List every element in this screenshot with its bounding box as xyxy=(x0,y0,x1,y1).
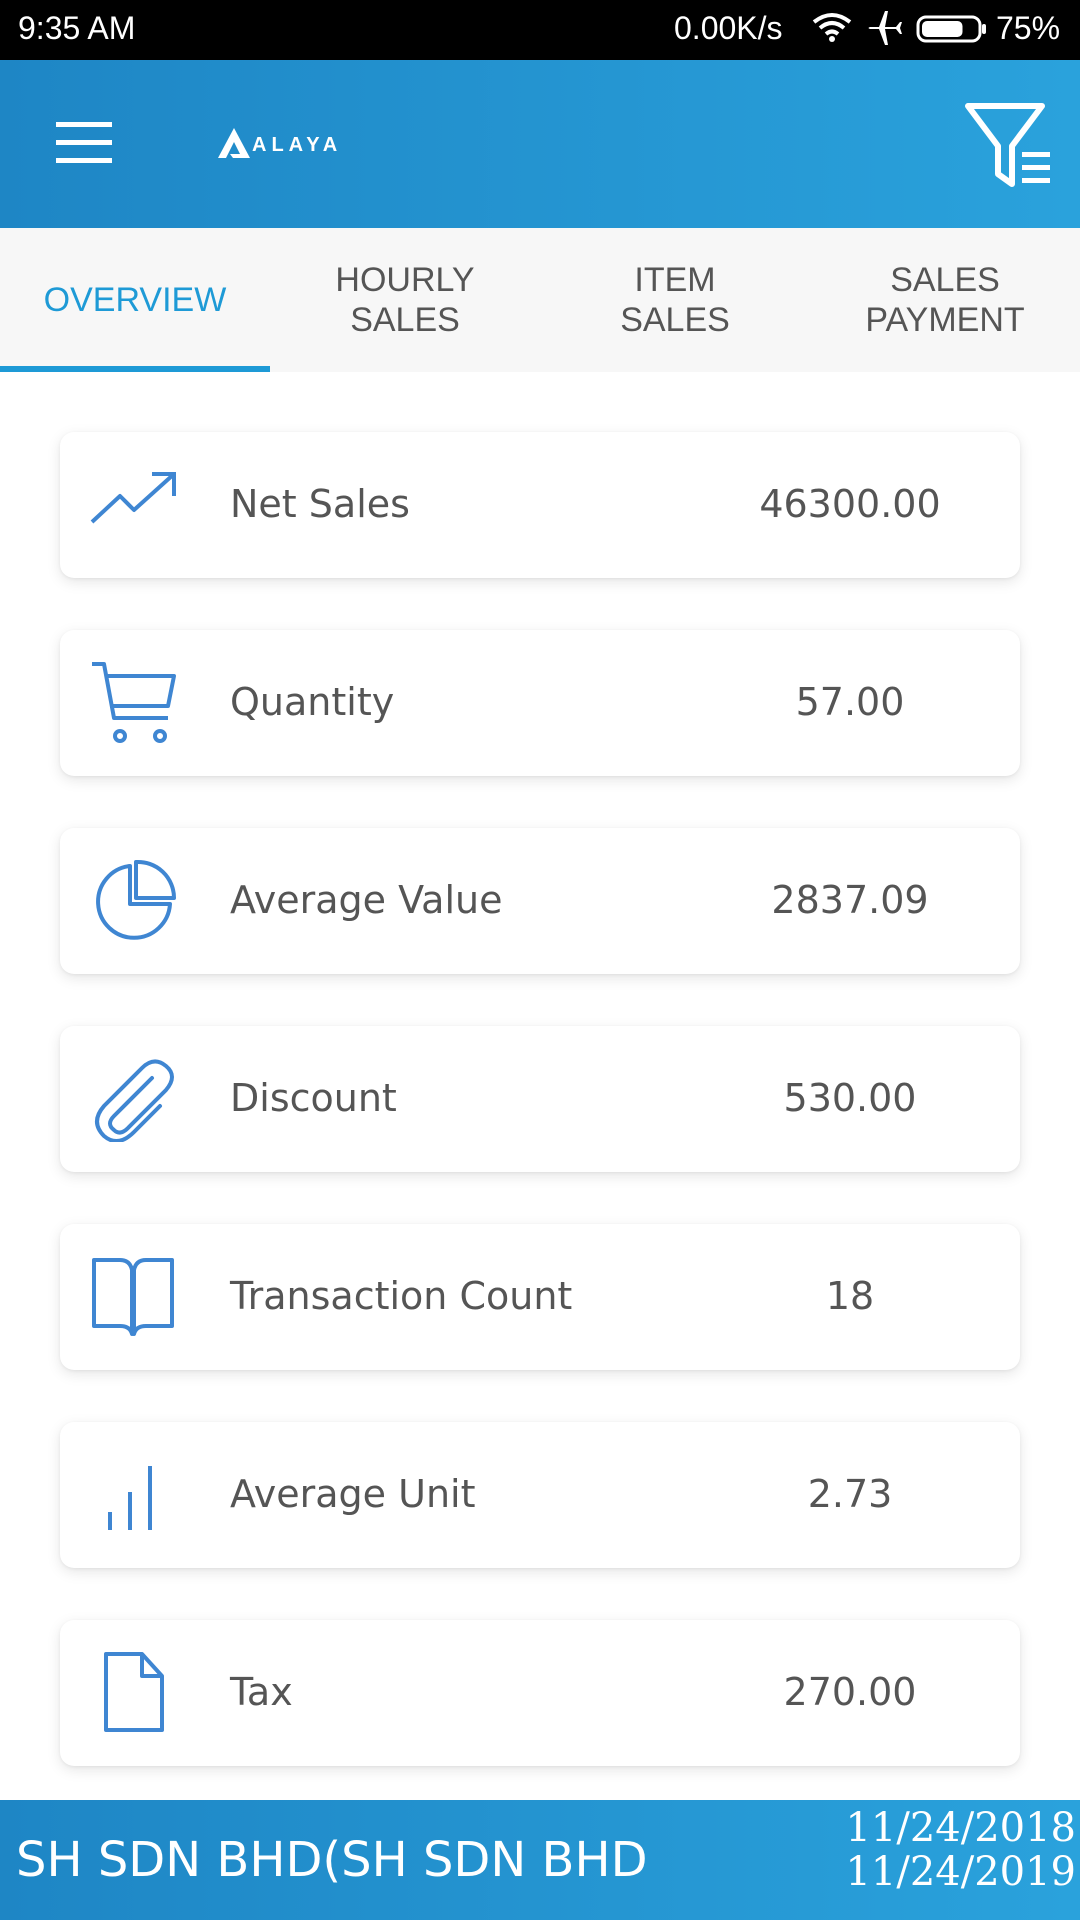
tab-label: HOURLY SALES xyxy=(335,261,475,339)
metric-label: Quantity xyxy=(230,680,395,724)
trending-up-icon xyxy=(90,462,176,548)
metric-label: Transaction Count xyxy=(230,1274,573,1318)
airplane-mode-icon xyxy=(866,10,904,54)
metric-value: 2.73 xyxy=(807,1472,893,1516)
store-footer-bar[interactable]: SH SDN BHD(SH SDN BHD 11/24/2018 11/24/2… xyxy=(0,1800,1080,1920)
wifi-icon xyxy=(812,12,852,50)
status-bar: 9:35 AM 0.00K/s 75% xyxy=(0,0,1080,60)
bar-chart-icon xyxy=(90,1452,176,1538)
tab-sales-payment[interactable]: SALES PAYMENT xyxy=(810,228,1080,372)
metric-value: 18 xyxy=(825,1274,875,1318)
metric-value: 46300.00 xyxy=(759,482,941,526)
battery-icon xyxy=(916,14,988,51)
document-icon xyxy=(90,1650,176,1736)
tab-label: ITEM SALES xyxy=(620,261,730,339)
cart-icon xyxy=(90,660,176,746)
date-from: 11/24/2018 xyxy=(845,1805,1076,1851)
tab-overview[interactable]: OVERVIEW xyxy=(0,228,270,372)
app-bar: ALAYA xyxy=(0,60,1080,228)
date-to: 11/24/2019 xyxy=(845,1849,1076,1895)
metric-card-average-unit: Average Unit 2.73 xyxy=(60,1422,1020,1568)
tab-label: OVERVIEW xyxy=(43,281,227,319)
metric-label: Average Value xyxy=(230,878,503,922)
metric-value: 57.00 xyxy=(795,680,905,724)
metric-label: Discount xyxy=(230,1076,397,1120)
metric-card-average-value: Average Value 2837.09 xyxy=(60,828,1020,974)
metric-value: 530.00 xyxy=(783,1076,917,1120)
tab-bar: OVERVIEW HOURLY SALES ITEM SALES SALES P… xyxy=(0,228,1080,372)
paperclip-icon xyxy=(90,1056,176,1144)
metric-value: 270.00 xyxy=(783,1670,917,1714)
pie-chart-icon xyxy=(90,858,177,944)
metric-card-quantity: Quantity 57.00 xyxy=(60,630,1020,776)
network-speed: 0.00K/s xyxy=(674,10,783,46)
metric-card-transaction-count: Transaction Count 18 xyxy=(60,1224,1020,1370)
metric-card-discount: Discount 530.00 xyxy=(60,1026,1020,1172)
status-time: 9:35 AM xyxy=(18,10,136,46)
tab-item-sales[interactable]: ITEM SALES xyxy=(540,228,810,372)
date-range: 11/24/2018 11/24/2019 xyxy=(845,1806,1076,1894)
battery-percent: 75% xyxy=(996,10,1061,46)
metric-label: Net Sales xyxy=(230,482,410,526)
metric-label: Tax xyxy=(230,1670,293,1714)
tab-hourly-sales[interactable]: HOURLY SALES xyxy=(270,228,540,372)
open-book-icon xyxy=(90,1254,176,1340)
tab-label: SALES PAYMENT xyxy=(865,261,1025,339)
filter-list-icon[interactable] xyxy=(964,100,1054,195)
metric-card-tax: Tax 270.00 xyxy=(60,1620,1020,1766)
active-tab-indicator xyxy=(0,366,270,372)
hamburger-menu-icon[interactable] xyxy=(56,122,112,169)
metric-value: 2837.09 xyxy=(771,878,929,922)
logo-text: ALAYA xyxy=(252,134,343,156)
metric-card-net-sales: Net Sales 46300.00 xyxy=(60,432,1020,578)
alaya-logo-icon xyxy=(216,126,254,165)
metric-label: Average Unit xyxy=(230,1472,476,1516)
store-name: SH SDN BHD(SH SDN BHD xyxy=(16,1832,648,1888)
